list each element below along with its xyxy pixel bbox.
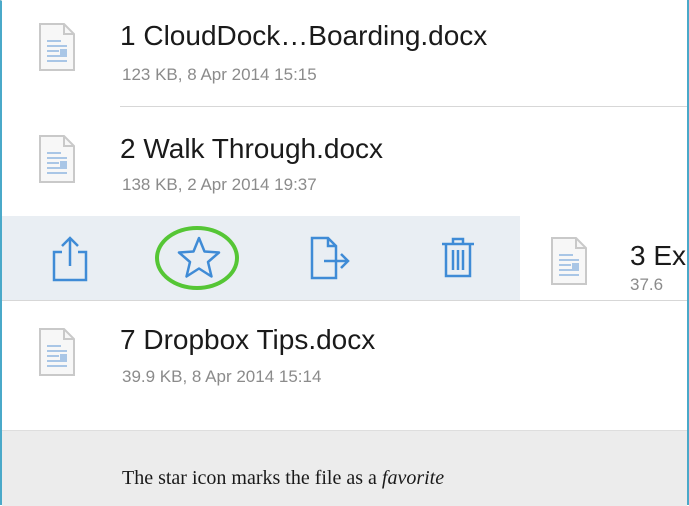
file-meta: 39.9 KB, 8 Apr 2014 15:14 xyxy=(122,367,322,386)
file-row[interactable]: 1 CloudDock…Boarding.docx 123 KB, 8 Apr … xyxy=(2,0,687,106)
file-title: 2 Walk Through.docx xyxy=(120,133,384,164)
file-meta: 37.6 xyxy=(630,275,664,294)
caption-panel: The star icon marks the file as a favori… xyxy=(2,430,687,506)
export-icon[interactable] xyxy=(304,234,352,282)
file-meta: 138 KB, 2 Apr 2014 19:37 xyxy=(122,175,317,194)
file-meta: 123 KB, 8 Apr 2014 15:15 xyxy=(122,65,317,84)
file-row-swiped[interactable]: 3 Ex 37.6 xyxy=(520,216,687,300)
file-title: 1 CloudDock…Boarding.docx xyxy=(120,20,488,51)
document-icon xyxy=(39,328,75,376)
document-icon xyxy=(551,237,587,285)
caption-prefix: The star icon marks the file as a xyxy=(122,467,382,489)
document-icon xyxy=(39,23,75,71)
file-row[interactable]: 2 Walk Through.docx 138 KB, 2 Apr 2014 1… xyxy=(2,107,687,216)
caption-emphasis: favorite xyxy=(381,467,445,489)
trash-icon[interactable] xyxy=(434,234,482,282)
document-icon xyxy=(39,135,75,183)
file-title: 3 Ex xyxy=(630,240,687,271)
share-icon[interactable] xyxy=(46,234,94,282)
caption-text: The star icon marks the file as a favori… xyxy=(122,467,444,490)
file-row[interactable]: 7 Dropbox Tips.docx 39.9 KB, 8 Apr 2014 … xyxy=(2,301,687,430)
favorite-highlight-ring xyxy=(155,226,239,290)
file-title: 7 Dropbox Tips.docx xyxy=(120,324,376,355)
